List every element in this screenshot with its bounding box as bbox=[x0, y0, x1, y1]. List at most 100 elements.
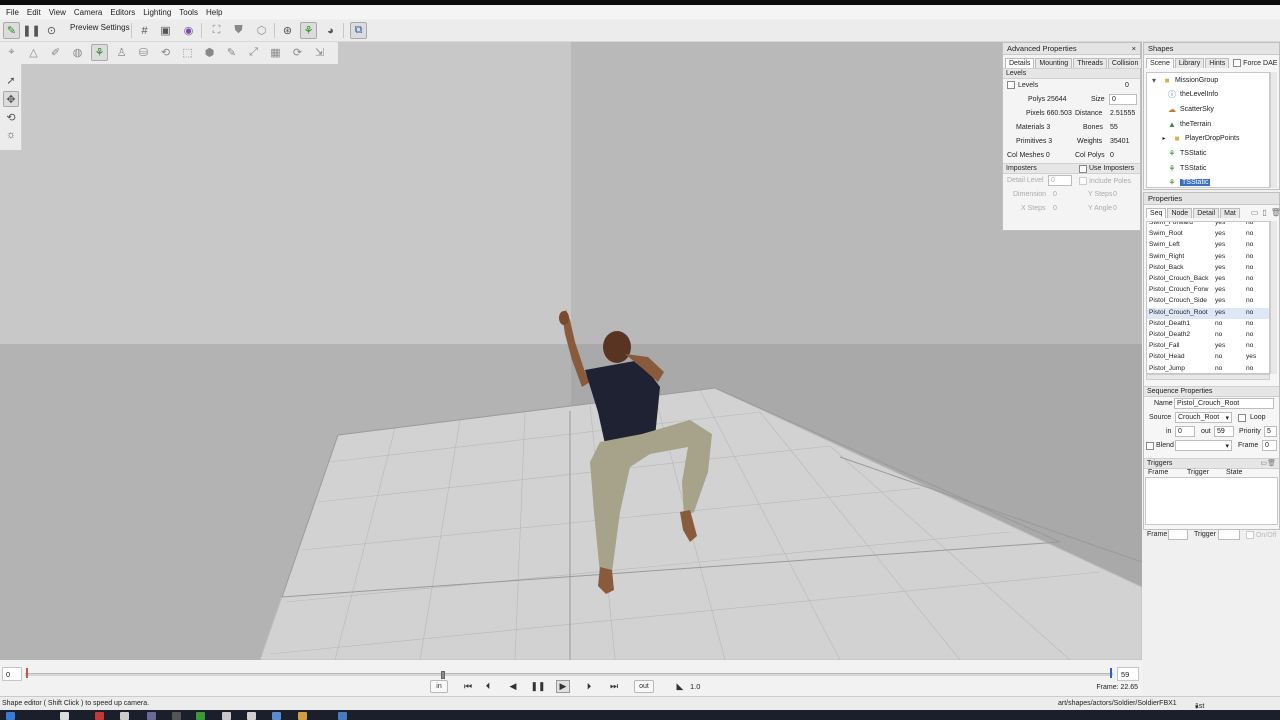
light-icon[interactable]: ⛶ bbox=[208, 22, 225, 39]
start-icon[interactable] bbox=[6, 712, 15, 720]
play-reverse-icon[interactable]: ◀ bbox=[506, 680, 520, 693]
sequence-row[interactable]: Pistol_Death1 no no bbox=[1147, 319, 1269, 330]
arrow-icon[interactable]: ➚ bbox=[3, 72, 19, 88]
taskbar-app-icon[interactable] bbox=[60, 712, 69, 720]
tree-scrollbar[interactable] bbox=[1270, 72, 1277, 188]
highlight-icon[interactable]: ⊛ bbox=[279, 22, 296, 39]
menu-file[interactable]: File bbox=[2, 8, 23, 17]
tab-threads[interactable]: Threads bbox=[1073, 58, 1107, 68]
step-back-icon[interactable]: ⏴︎ bbox=[481, 680, 495, 693]
use-imposters-checkbox[interactable] bbox=[1079, 165, 1087, 173]
tab-detail[interactable]: Detail bbox=[1193, 208, 1220, 218]
menu-editors[interactable]: Editors bbox=[106, 8, 139, 17]
seq-source-select[interactable]: Crouch_Root ▾ bbox=[1175, 412, 1232, 423]
timeline-out-marker[interactable] bbox=[1110, 668, 1112, 678]
sequence-row[interactable]: Swim_Right yes no bbox=[1147, 252, 1269, 263]
timeline-start[interactable]: 0 bbox=[2, 667, 22, 681]
rotate-icon[interactable]: ⟲ bbox=[157, 44, 174, 61]
set-out-button[interactable]: out bbox=[634, 680, 654, 693]
blend-checkbox[interactable] bbox=[1146, 442, 1154, 450]
scene-tree[interactable]: ▾ ■ MissionGroup ⓘ theLevelInfo ☁ ScatterSky… bbox=[1146, 72, 1270, 188]
play-circle-icon[interactable]: ⊙ bbox=[43, 22, 60, 39]
sequence-scrollbar[interactable] bbox=[1270, 221, 1277, 374]
tree-item[interactable]: ⚘ TSStatic bbox=[1167, 146, 1206, 160]
taskbar-app-icon[interactable] bbox=[222, 712, 231, 720]
taskbar-app-icon[interactable] bbox=[172, 712, 181, 720]
tab-scene[interactable]: Scene bbox=[1146, 58, 1174, 68]
cycle-icon[interactable]: ⟳ bbox=[289, 44, 306, 61]
taskbar-app-icon[interactable] bbox=[196, 712, 205, 720]
menu-help[interactable]: Help bbox=[202, 8, 226, 17]
menu-tools[interactable]: Tools bbox=[175, 8, 202, 17]
pause-icon[interactable]: ❚❚ bbox=[22, 22, 40, 39]
grid-icon[interactable]: # bbox=[136, 22, 153, 39]
tab-hints[interactable]: Hints bbox=[1205, 58, 1230, 68]
skeleton-icon[interactable]: ♙ bbox=[113, 44, 130, 61]
move-icon[interactable]: ✥ bbox=[3, 91, 19, 107]
shape-icon[interactable]: ◉ bbox=[180, 22, 197, 39]
tab-seq[interactable]: Seq bbox=[1146, 208, 1167, 218]
timeline-end[interactable]: 59 bbox=[1117, 667, 1139, 681]
texture-icon[interactable]: ▦ bbox=[267, 44, 284, 61]
tab-mounting[interactable]: Mounting bbox=[1035, 58, 1073, 68]
sphere-icon[interactable]: ◕ bbox=[322, 22, 339, 39]
delete-seq-icon[interactable]: 🗑 bbox=[1271, 208, 1280, 218]
3d-viewport[interactable] bbox=[0, 42, 1142, 660]
menu-lighting[interactable]: Lighting bbox=[139, 8, 175, 17]
tree-item-selected[interactable]: ⚘ TSStatic bbox=[1167, 175, 1211, 187]
step-forward-icon[interactable]: ⏵︎ bbox=[582, 680, 596, 693]
sequence-hscrollbar[interactable] bbox=[1146, 374, 1270, 380]
close-icon[interactable]: × bbox=[1132, 44, 1136, 53]
taskbar-app-icon[interactable] bbox=[147, 712, 156, 720]
sequence-row[interactable]: Pistol_Back yes no bbox=[1147, 263, 1269, 274]
tab-library[interactable]: Library bbox=[1174, 58, 1205, 68]
menu-edit[interactable]: Edit bbox=[23, 8, 45, 17]
size-input[interactable]: 0 bbox=[1109, 94, 1137, 105]
sequence-row[interactable]: Pistol_Head no yes bbox=[1147, 352, 1269, 363]
levels-checkbox[interactable] bbox=[1007, 81, 1015, 89]
on-off-checkbox[interactable]: On/Off bbox=[1246, 531, 1276, 539]
timeline-track[interactable] bbox=[25, 673, 1113, 676]
sequence-row[interactable]: Pistol_Fall yes no bbox=[1147, 341, 1269, 352]
timeline-in-marker[interactable] bbox=[26, 668, 28, 678]
detail-level-input[interactable]: 0 bbox=[1048, 175, 1072, 186]
select-mode-icon[interactable]: ✎ bbox=[3, 22, 20, 39]
tree-item[interactable]: ▸ ■ PlayerDropPoints bbox=[1159, 131, 1239, 145]
scale-icon[interactable]: ⤢ bbox=[245, 44, 262, 61]
timeline-playhead[interactable] bbox=[440, 671, 445, 679]
tab-mat[interactable]: Mat bbox=[1220, 208, 1240, 218]
frame-input[interactable]: 0 bbox=[1262, 440, 1277, 451]
brush-icon[interactable]: ✎ bbox=[223, 44, 240, 61]
taskbar-app-icon[interactable] bbox=[298, 712, 307, 720]
tree-item[interactable]: ☁ ScatterSky bbox=[1167, 102, 1214, 116]
settings-arrows-icon[interactable]: ⇲ bbox=[311, 44, 328, 61]
dark-box-icon[interactable]: ⬢ bbox=[201, 44, 218, 61]
taskbar-app-icon[interactable] bbox=[247, 712, 256, 720]
speed-value[interactable]: 1.0 bbox=[690, 682, 700, 691]
tree-item[interactable]: ▲ theTerrain bbox=[1167, 117, 1211, 131]
tree-item[interactable]: ⓘ theLevelInfo bbox=[1167, 87, 1218, 101]
menu-camera[interactable]: Camera bbox=[70, 8, 106, 17]
sequence-row[interactable]: Pistol_Death2 no no bbox=[1147, 330, 1269, 341]
seq-name-input[interactable]: Pistol_Crouch_Root bbox=[1174, 398, 1274, 409]
sequence-row[interactable]: Pistol_Crouch_Back yes no bbox=[1147, 274, 1269, 285]
window-icon[interactable]: ⧉ bbox=[350, 22, 367, 39]
sequence-row[interactable]: Pistol_Crouch_Side yes no bbox=[1147, 296, 1269, 307]
sequence-row[interactable]: Swim_Left yes no bbox=[1147, 240, 1269, 251]
trigger-input[interactable] bbox=[1218, 529, 1240, 540]
priority-input[interactable]: 5 bbox=[1264, 426, 1277, 437]
sequence-row[interactable]: Pistol_Jump no no bbox=[1147, 364, 1269, 373]
box-icon[interactable]: ⬚ bbox=[179, 44, 196, 61]
tab-node[interactable]: Node bbox=[1167, 208, 1193, 218]
pen-icon[interactable]: ✐ bbox=[47, 44, 64, 61]
taskbar-app-icon[interactable] bbox=[338, 712, 347, 720]
light-icon[interactable]: ☼ bbox=[3, 127, 19, 143]
preview-settings-button[interactable]: Preview Settings bbox=[70, 23, 130, 32]
sequence-row[interactable]: Swim_Root yes no bbox=[1147, 229, 1269, 240]
scene-canvas[interactable] bbox=[0, 42, 1142, 660]
sequence-list[interactable]: Swim_Forward yes no Swim_Root yes no Swim_Left… bbox=[1146, 221, 1270, 374]
pause-icon[interactable]: ❚❚ bbox=[530, 680, 545, 693]
rotate-icon[interactable]: ⟲ bbox=[3, 109, 19, 125]
camera-frame-icon[interactable]: ▣ bbox=[157, 22, 174, 39]
green-axis-icon[interactable]: ⚘ bbox=[300, 22, 317, 39]
